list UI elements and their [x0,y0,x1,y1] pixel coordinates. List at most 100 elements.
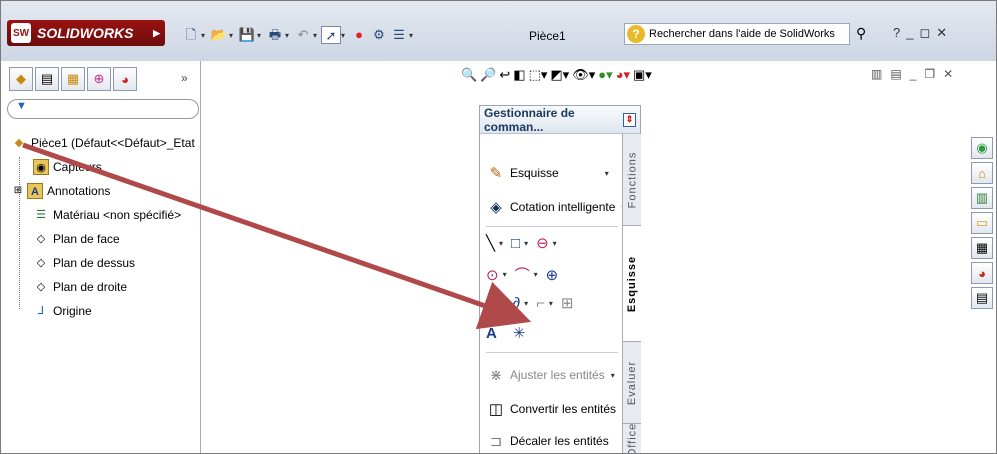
select-dropdown-icon[interactable]: ▾ [341,31,349,40]
tab-esquisse[interactable]: Esquisse [623,226,641,342]
display-manager-tab-icon[interactable]: ◕ [113,67,137,91]
smart-dimension-icon: ◈ [490,199,502,216]
dimxpert-tab-icon[interactable]: ⊕ [87,67,111,91]
pin-icon[interactable]: ⇕ [623,112,636,127]
brand-name: SOLIDWORKS [37,25,134,41]
slot-icon[interactable]: ⊖ [536,234,549,252]
line-dropdown-icon[interactable]: ▾ [499,239,507,248]
open-dropdown-icon[interactable]: ▾ [229,31,237,40]
decaler-button[interactable]: ⊐ Décaler les entités [486,432,609,450]
esquisse-dropdown-icon[interactable]: ▾ [605,169,613,178]
tree-item-capteurs[interactable]: ◉ Capteurs [11,155,201,179]
maximize-icon[interactable]: ◻ [919,25,936,40]
point-icon[interactable]: ✳ [513,324,526,342]
tile-icon[interactable]: ▥ [871,67,890,81]
help-icon[interactable]: ? [893,25,906,40]
select-icon[interactable]: ➚ [321,26,341,44]
rectangle-icon[interactable]: □ [511,235,520,252]
minimize-icon[interactable]: _ [906,25,919,40]
tree-root[interactable]: ◆ Pièce1 (Défaut<<Défaut>_Etat [11,131,201,155]
spline-icon[interactable]: ∂ [513,295,520,312]
file-explorer-icon[interactable]: ▭ [971,212,993,234]
search-icon[interactable]: ⚲ [856,25,866,42]
ajuster-button[interactable]: ⋇ Ajuster les entités ▾ [486,366,619,384]
line-icon[interactable]: ╲ [486,234,495,252]
spline-dropdown-icon[interactable]: ▾ [524,299,532,308]
slot-dropdown-icon[interactable]: ▾ [553,239,561,248]
close-icon[interactable]: ✕ [936,25,953,40]
plane-icon: ◇ [36,257,46,269]
property-manager-tab-icon[interactable]: ▤ [35,67,59,91]
convertir-button[interactable]: ◫ Convertir les entités ▾ [486,400,630,418]
tree-item-annotations[interactable]: ⊞ A Annotations [11,179,201,203]
print-icon[interactable]: 🖶 [265,26,285,44]
feature-manager-tab-icon[interactable]: ◆ [9,67,33,91]
tree-item-plan-de-droite[interactable]: ◇ Plan de droite [11,275,201,299]
display-style-icon[interactable]: ◩▾ [550,67,569,83]
circle-dropdown-icon[interactable]: ▾ [503,270,511,279]
solidworks-resources-icon[interactable]: ◉ [971,137,993,159]
tree-item-origine[interactable]: ⅃ Origine [11,299,201,323]
hide-show-items-icon[interactable]: 👁▾ [572,67,595,83]
section-view-icon[interactable]: ◧ [513,67,525,83]
new-dropdown-icon[interactable]: ▾ [201,31,209,40]
custom-properties-icon[interactable]: ▤ [971,287,993,309]
properties-dropdown-icon[interactable]: ▾ [409,31,417,40]
previous-view-icon[interactable]: ↩ [499,67,510,83]
tree-item-plan-de-face[interactable]: ◇ Plan de face [11,227,201,251]
centerline-dropdown-icon[interactable]: ▾ [501,299,509,308]
esquisse-label: Esquisse [510,166,559,180]
doc-close-icon[interactable]: ✕ [943,67,961,81]
annotation-icon: A [27,183,43,199]
centerline-icon[interactable]: ┤ [486,295,497,312]
open-icon[interactable]: 📂 [209,26,229,44]
ajuster-dropdown-icon[interactable]: ▾ [611,371,619,380]
filter-field[interactable]: ▼ [7,99,199,119]
undo-dropdown-icon[interactable]: ▾ [313,31,321,40]
doc-minimize-icon[interactable]: _ [910,67,925,81]
appearances-icon[interactable]: ◕ [971,262,993,284]
view-settings-icon[interactable]: ▣▾ [633,67,652,83]
text-icon[interactable]: A [486,325,497,342]
expand-plus-icon[interactable]: ⊞ [13,183,23,199]
help-search-field[interactable]: ? Rechercher dans l'aide de SolidWorks [624,23,850,45]
polygon-icon[interactable]: ⊕ [546,266,559,284]
file-properties-icon[interactable]: ☰ [389,26,409,44]
zoom-to-fit-icon[interactable]: 🔍 [461,67,477,83]
zoom-to-area-icon[interactable]: 🔎 [480,67,496,83]
options-icon[interactable]: ⚙ [369,26,389,44]
tree-item-material[interactable]: ☰ Matériau <non spécifié> [11,203,201,227]
view-palette-icon[interactable]: ▦ [971,237,993,259]
rectangle-dropdown-icon[interactable]: ▾ [524,239,532,248]
home-icon[interactable]: ⌂ [971,162,993,184]
save-icon[interactable]: 💾 [237,26,257,44]
fillet-dropdown-icon[interactable]: ▾ [549,299,557,308]
print-dropdown-icon[interactable]: ▾ [285,31,293,40]
tree-item-label: Plan de dessus [53,256,136,270]
undo-icon[interactable]: ↶ [293,26,313,44]
solidworks-logo-button[interactable]: SW SOLIDWORKS ▶ [7,20,165,46]
doc-restore-icon[interactable]: ❐ [924,67,943,81]
save-dropdown-icon[interactable]: ▾ [257,31,265,40]
tree-item-plan-de-dessus[interactable]: ◇ Plan de dessus [11,251,201,275]
fillet-icon[interactable]: ⌐ [536,295,545,312]
edit-appearance-icon[interactable]: ●▾ [598,67,612,83]
rebuild-icon[interactable]: ● [349,26,369,44]
arc-icon[interactable]: ⌒ [515,264,530,285]
tab-fonctions[interactable]: Fonctions [623,134,641,226]
view-orientation-icon[interactable]: ⬚▾ [529,67,548,83]
arc-dropdown-icon[interactable]: ▾ [534,270,542,279]
configuration-manager-tab-icon[interactable]: ▦ [61,67,85,91]
tab-office[interactable]: Office [623,423,641,453]
tab-evaluer[interactable]: Evaluer [623,342,641,424]
apply-scene-icon[interactable]: ◕▾ [616,67,630,83]
circle-icon[interactable]: ⊙ [486,266,499,284]
expand-tabs-icon[interactable]: » [181,71,188,85]
cotation-button[interactable]: ◈ Cotation intelligente ▾ [486,198,629,216]
esquisse-button[interactable]: ✎ Esquisse ▾ [486,164,613,182]
design-library-icon[interactable]: ▥ [971,187,993,209]
tile-2-icon[interactable]: ▤ [890,67,909,81]
new-document-icon[interactable]: 🗋 [181,26,201,44]
command-manager-body: ✎ Esquisse ▾ ◈ Cotation intelligente ▾ ╲… [480,134,626,453]
plane-sketch-icon[interactable]: ⊞ [561,294,574,312]
